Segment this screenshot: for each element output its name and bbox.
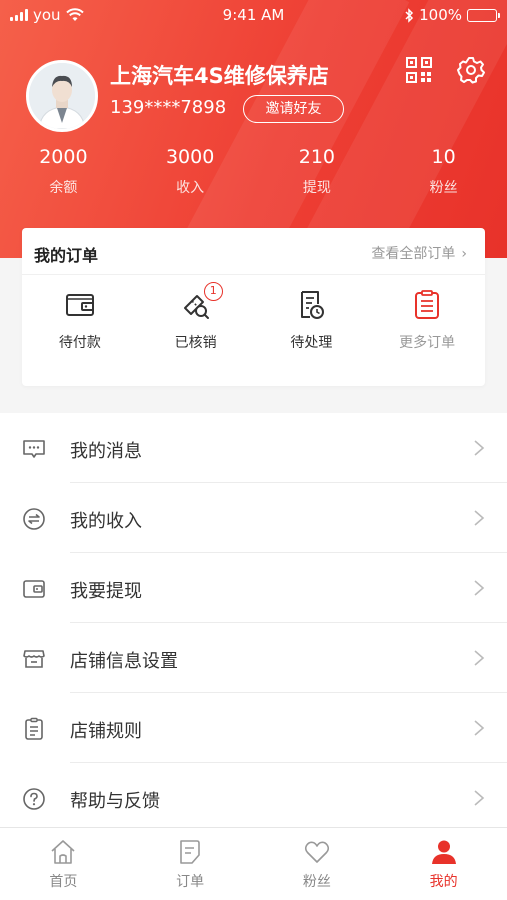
tab-label: 我的	[429, 874, 458, 890]
chevron-right-icon	[474, 790, 485, 806]
chevron-right-icon	[474, 510, 485, 526]
store-icon	[23, 650, 45, 668]
view-all-orders-label: 查看全部订单	[371, 246, 456, 262]
stat-label: 提现	[302, 180, 331, 196]
avatar-person-icon	[29, 63, 95, 129]
order-icon	[180, 840, 200, 864]
stat-withdraw[interactable]: 210 提现	[254, 145, 381, 205]
avatar[interactable]	[26, 60, 98, 132]
menu-item-label: 我的消息	[70, 441, 142, 462]
orders-title: 我的订单	[34, 246, 99, 265]
menu-my-income[interactable]: 我的收入	[0, 483, 507, 553]
user-icon	[431, 840, 456, 864]
menu-store-rules[interactable]: 店铺规则	[0, 693, 507, 763]
order-verified[interactable]: 1 已核销	[138, 282, 254, 352]
stat-label: 粉丝	[429, 180, 458, 196]
stat-label: 收入	[176, 180, 205, 196]
order-more[interactable]: 更多订单	[369, 288, 485, 352]
tab-fans[interactable]: 粉丝	[254, 828, 381, 900]
phone-number: 139****7898	[110, 97, 227, 118]
chevron-right-icon	[474, 720, 485, 736]
tab-label: 订单	[176, 874, 205, 890]
tab-orders[interactable]: 订单	[127, 828, 254, 900]
status-bar: you 9:41 AM 100%	[0, 0, 507, 30]
chevron-right-icon: ›	[461, 246, 467, 262]
order-pending-payment[interactable]: 待付款	[22, 288, 138, 352]
message-icon	[23, 440, 45, 458]
tab-label: 粉丝	[302, 874, 331, 890]
stat-value: 2000	[39, 146, 88, 168]
menu-withdraw[interactable]: 我要提现	[0, 553, 507, 623]
gear-icon[interactable]	[456, 55, 486, 85]
settings-menu: 我的消息 我的收入 我要提现 店铺信息设置 店铺规则 帮助与反馈	[0, 413, 507, 833]
invite-friends-button[interactable]: 邀请好友	[243, 95, 344, 123]
wallet-icon	[65, 294, 94, 316]
menu-my-messages[interactable]: 我的消息	[0, 413, 507, 483]
tab-label: 首页	[49, 874, 78, 890]
battery-percent: 100%	[419, 6, 462, 24]
tab-mine[interactable]: 我的	[380, 828, 507, 900]
rules-icon	[25, 717, 43, 740]
stat-label: 余额	[49, 180, 78, 196]
order-item-label: 待付款	[58, 335, 101, 351]
list-doc-icon	[415, 290, 440, 319]
chevron-right-icon	[474, 440, 485, 456]
order-item-label: 待处理	[290, 335, 333, 351]
stat-value: 10	[431, 146, 456, 168]
income-icon	[23, 508, 45, 530]
stats-row: 2000 余额 3000 收入 210 提现 10 粉丝	[0, 145, 507, 205]
menu-item-label: 店铺规则	[70, 721, 142, 742]
menu-store-settings[interactable]: 店铺信息设置	[0, 623, 507, 693]
pending-doc-icon	[301, 291, 325, 319]
home-icon	[51, 840, 75, 864]
order-to-process[interactable]: 待处理	[254, 288, 370, 352]
bluetooth-icon	[405, 7, 414, 23]
bottom-tab-bar: 首页 订单 粉丝 我的	[0, 827, 507, 900]
tab-home[interactable]: 首页	[0, 828, 127, 900]
order-item-label: 已核销	[174, 335, 217, 351]
orders-card-header: 我的订单 查看全部订单 ›	[22, 228, 485, 275]
stat-fans[interactable]: 10 粉丝	[380, 145, 507, 205]
stat-income[interactable]: 3000 收入	[127, 145, 254, 205]
shop-name: 上海汽车4S维修保养店	[110, 64, 329, 88]
my-orders-card: 我的订单 查看全部订单 › 待付款 1 已核销 待处理 更多订单	[22, 228, 485, 386]
menu-item-label: 我的收入	[70, 511, 142, 532]
withdraw-icon	[23, 580, 45, 598]
chevron-right-icon	[474, 650, 485, 666]
stat-value: 210	[298, 146, 335, 168]
menu-help-feedback[interactable]: 帮助与反馈	[0, 763, 507, 833]
battery-icon	[467, 8, 500, 22]
menu-item-label: 我要提现	[70, 581, 142, 602]
stat-value: 3000	[165, 146, 215, 168]
menu-item-label: 店铺信息设置	[70, 651, 178, 672]
stat-balance[interactable]: 2000 余额	[0, 145, 127, 205]
heart-icon	[304, 841, 329, 863]
view-all-orders-link[interactable]: 查看全部订单 ›	[371, 243, 467, 263]
help-icon	[23, 788, 45, 810]
verified-count-badge: 1	[203, 282, 223, 301]
chevron-right-icon	[474, 580, 485, 596]
qr-code-icon[interactable]	[405, 56, 433, 84]
menu-item-label: 帮助与反馈	[70, 791, 160, 812]
order-item-label: 更多订单	[399, 335, 456, 351]
